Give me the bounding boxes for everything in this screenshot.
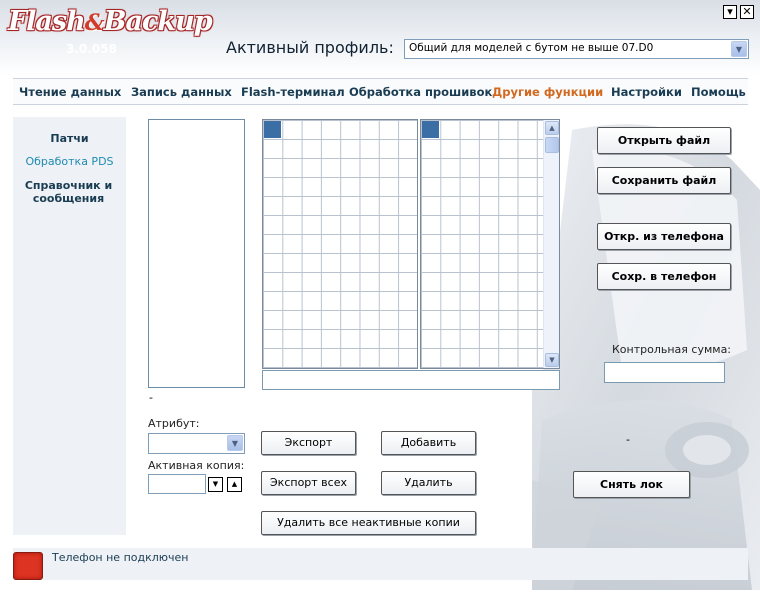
nav-firmware-processing[interactable]: Обработка прошивок <box>349 85 492 99</box>
export-button[interactable]: Экспорт <box>261 431 356 455</box>
hex-text-field[interactable] <box>262 370 560 390</box>
hex-grid-right[interactable]: ▲ ▼ <box>420 119 560 369</box>
nav-settings[interactable]: Настройки <box>611 85 682 99</box>
nav-help[interactable]: Помощь <box>691 85 746 99</box>
delete-inactive-copies-button[interactable]: Удалить все неактивные копии <box>261 511 476 535</box>
scroll-thumb[interactable] <box>545 137 559 153</box>
pds-list[interactable] <box>148 119 245 388</box>
active-profile-value: Общий для моделей с бутом не выше 07.D0 <box>409 42 654 54</box>
main-nav: Чтение данных Запись данных Flash-термин… <box>13 78 748 105</box>
attribute-select[interactable]: ▼ <box>148 433 245 454</box>
nav-other-functions[interactable]: Другие функции <box>492 85 603 99</box>
chevron-down-icon[interactable]: ▼ <box>227 435 243 451</box>
nav-read-data[interactable]: Чтение данных <box>19 85 121 99</box>
save-file-button[interactable]: Сохранить файл <box>597 167 731 194</box>
hex-grid-right-cells[interactable] <box>421 120 543 368</box>
unlock-button[interactable]: Снять лок <box>573 471 690 498</box>
connection-status-text: Телефон не подключен <box>52 551 189 564</box>
checksum-field[interactable] <box>604 362 725 383</box>
checksum-dash: - <box>626 433 630 446</box>
checksum-label: Контрольная сумма: <box>612 343 732 356</box>
hex-grid-left-selected-cell[interactable] <box>264 121 281 138</box>
triangle-down-icon[interactable]: ▼ <box>208 477 223 492</box>
sidebar-item-pds[interactable]: Обработка PDS <box>13 155 126 168</box>
nav-write-data[interactable]: Запись данных <box>131 85 232 99</box>
active-profile-select[interactable]: Общий для моделей с бутом не выше 07.D0 … <box>404 39 749 59</box>
open-file-button[interactable]: Открыть файл <box>597 127 731 154</box>
hex-grid-left[interactable] <box>262 119 418 369</box>
logo-tail: Backup <box>103 6 213 37</box>
list-status-dash: - <box>149 391 153 404</box>
status-bar: Телефон не подключен <box>13 548 748 580</box>
open-from-phone-button[interactable]: Откр. из телефона <box>597 223 731 250</box>
status-led-icon <box>13 552 43 580</box>
attribute-label: Атрибут: <box>148 417 200 430</box>
nav-flash-terminal[interactable]: Flash-терминал <box>241 85 345 99</box>
logo-main: Flash <box>8 6 86 37</box>
app-version: 3.0.058 <box>66 42 117 56</box>
active-copy-field[interactable] <box>148 474 206 494</box>
save-to-phone-button[interactable]: Сохр. в телефон <box>597 263 731 290</box>
app-header: Flash&Backup 3.0.058 ▾ ✕ Активный профил… <box>0 0 760 75</box>
hex-grid-right-selected-cell[interactable] <box>422 121 439 138</box>
hex-grid-scrollbar[interactable]: ▲ ▼ <box>543 120 559 368</box>
delete-button[interactable]: Удалить <box>381 471 476 495</box>
close-button[interactable]: ✕ <box>740 5 754 19</box>
sidebar-item-reference[interactable]: Справочник и сообщения <box>21 179 116 205</box>
logo-amp: & <box>84 10 105 36</box>
app-logo: Flash&Backup <box>8 6 213 37</box>
hex-grid-left-cells[interactable] <box>263 120 417 368</box>
sidebar: Патчи Обработка PDS Справочник и сообщен… <box>13 117 126 535</box>
add-button[interactable]: Добавить <box>381 431 476 455</box>
triangle-up-icon[interactable]: ▲ <box>227 477 242 492</box>
scroll-up-icon[interactable]: ▲ <box>545 121 559 135</box>
chevron-down-icon[interactable]: ▼ <box>731 41 747 57</box>
sidebar-item-patches[interactable]: Патчи <box>13 132 126 145</box>
export-all-button[interactable]: Экспорт всех <box>261 471 356 495</box>
active-profile-label: Активный профиль: <box>226 38 394 57</box>
active-copy-label: Активная копия: <box>148 459 245 472</box>
scroll-down-icon[interactable]: ▼ <box>545 353 559 367</box>
minimize-button[interactable]: ▾ <box>723 5 737 19</box>
